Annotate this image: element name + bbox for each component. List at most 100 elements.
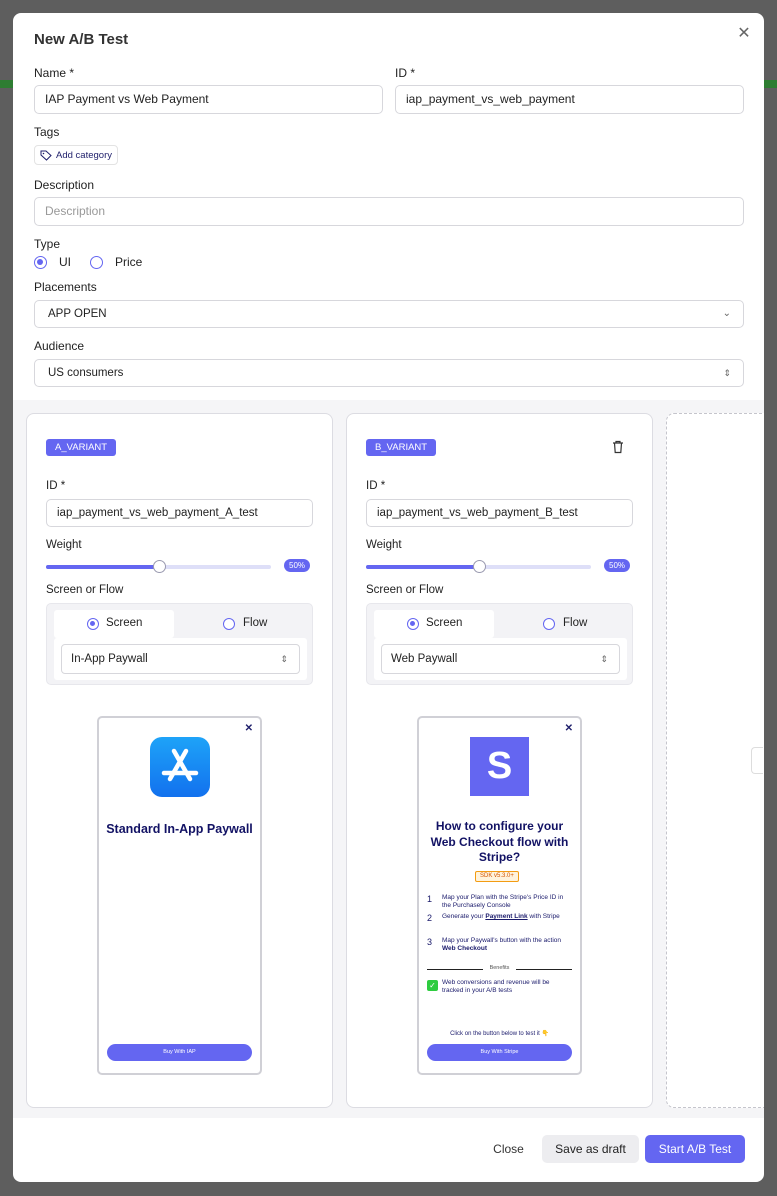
- weight-slider-thumb[interactable]: [472, 560, 486, 573]
- benefit-text: Web conversions and revenue will be trac…: [442, 979, 550, 994]
- scroll-handle[interactable]: [751, 747, 763, 774]
- variant-card-b: B_VARIANT ID * iap_payment_vs_web_paymen…: [346, 413, 653, 1108]
- add-category-button[interactable]: Add category: [34, 145, 118, 165]
- placements-label: Placements: [34, 280, 97, 294]
- weight-slider[interactable]: [46, 560, 271, 573]
- add-category-label: Add category: [56, 149, 112, 161]
- description-input[interactable]: Description: [34, 197, 744, 226]
- audience-label: Audience: [34, 339, 85, 353]
- variant-id-label: ID *: [46, 480, 66, 492]
- buy-with-iap-button: Buy With IAP: [107, 1044, 252, 1061]
- placements-value: APP OPEN: [48, 308, 107, 320]
- tag-icon: [40, 150, 52, 161]
- buy-with-stripe-button: Buy With Stripe: [427, 1044, 572, 1061]
- screen-radio[interactable]: [87, 618, 99, 630]
- close-icon[interactable]: ✕: [737, 26, 751, 42]
- benefits-divider: Benefits: [427, 965, 572, 973]
- screen-or-flow-box: Screen Flow Web Paywall ⇕: [366, 603, 633, 685]
- ab-test-modal: New A/B Test ✕ Name * IAP Payment vs Web…: [13, 13, 764, 1182]
- preview-close-icon: ✕: [244, 723, 253, 734]
- id-input[interactable]: iap_payment_vs_web_payment: [395, 85, 744, 114]
- name-input[interactable]: IAP Payment vs Web Payment: [34, 85, 383, 114]
- sort-arrows-icon: ⇕: [600, 654, 608, 664]
- step-text-pre: Map your Paywall's button with the actio…: [442, 937, 562, 944]
- screen-radio[interactable]: [407, 618, 419, 630]
- tab-flow[interactable]: Flow: [187, 610, 307, 638]
- tab-screen-label: Screen: [426, 617, 463, 629]
- check-icon: ✓: [427, 980, 438, 991]
- paywall-preview: ✕ Standard In-App Paywall Buy With IAP: [97, 716, 262, 1075]
- add-variant-card[interactable]: [666, 413, 764, 1108]
- paywall-preview: ✕ S How to configure your Web Checkout f…: [417, 716, 582, 1075]
- screen-select-value: In-App Paywall: [71, 653, 148, 665]
- step-text: Map your Plan with the Stripe's Price ID…: [442, 894, 564, 909]
- sort-arrows-icon: ⇕: [723, 368, 731, 378]
- weight-slider[interactable]: [366, 560, 591, 573]
- preview-title: How to configure your Web Checkout flow …: [430, 819, 569, 864]
- weight-slider-fill: [46, 565, 159, 569]
- weight-slider-fill: [366, 565, 479, 569]
- type-ui-label: UI: [59, 255, 71, 269]
- type-price-radio[interactable]: [90, 256, 103, 269]
- screen-or-flow-label: Screen or Flow: [366, 584, 444, 596]
- variants-area: A_VARIANT ID * iap_payment_vs_web_paymen…: [13, 400, 764, 1118]
- step-text-post: with Stripe: [527, 913, 560, 920]
- step-number: 1: [427, 894, 433, 904]
- step-text-pre: Generate your: [442, 913, 486, 920]
- variant-id-input[interactable]: iap_payment_vs_web_payment_B_test: [366, 499, 633, 527]
- id-label: ID *: [395, 66, 416, 80]
- app-store-icon: [150, 737, 210, 797]
- weight-label: Weight: [366, 539, 402, 551]
- start-ab-test-button[interactable]: Start A/B Test: [645, 1135, 745, 1163]
- step-text-bold: Payment Link: [485, 913, 528, 920]
- screen-select[interactable]: Web Paywall ⇕: [381, 644, 620, 674]
- description-label: Description: [34, 178, 95, 192]
- weight-percent-badge: 50%: [284, 559, 311, 572]
- screen-select[interactable]: In-App Paywall ⇕: [61, 644, 300, 674]
- stripe-logo: S: [470, 737, 529, 796]
- sort-arrows-icon: ⇕: [280, 654, 288, 664]
- screen-select-area: Web Paywall ⇕: [374, 638, 627, 680]
- screen-select-value: Web Paywall: [391, 653, 458, 665]
- save-draft-button[interactable]: Save as draft: [542, 1135, 639, 1163]
- step-number: 2: [427, 913, 433, 923]
- variant-id-input[interactable]: iap_payment_vs_web_payment_A_test: [46, 499, 313, 527]
- flow-radio[interactable]: [543, 618, 555, 630]
- variant-card-a: A_VARIANT ID * iap_payment_vs_web_paymen…: [26, 413, 333, 1108]
- audience-select[interactable]: US consumers ⇕: [34, 359, 744, 387]
- tab-screen[interactable]: Screen: [54, 610, 174, 638]
- weight-label: Weight: [46, 539, 82, 551]
- tab-screen[interactable]: Screen: [374, 610, 494, 638]
- weight-slider-thumb[interactable]: [152, 560, 166, 573]
- step-number: 3: [427, 937, 433, 947]
- preview-close-icon: ✕: [564, 723, 573, 734]
- tab-screen-label: Screen: [106, 617, 143, 629]
- close-button[interactable]: Close: [482, 1135, 535, 1163]
- audience-value: US consumers: [48, 367, 124, 379]
- tab-flow-label: Flow: [243, 617, 268, 629]
- preview-title: Standard In-App Paywall: [106, 822, 253, 836]
- tab-flow[interactable]: Flow: [507, 610, 627, 638]
- flow-radio[interactable]: [223, 618, 235, 630]
- variant-badge: B_VARIANT: [366, 439, 437, 456]
- chevron-down-icon: ⌄: [722, 308, 731, 319]
- screen-select-area: In-App Paywall ⇕: [54, 638, 307, 680]
- type-label: Type: [34, 237, 61, 251]
- placements-select[interactable]: APP OPEN ⌄: [34, 300, 744, 328]
- variant-badge: A_VARIANT: [46, 439, 117, 456]
- tab-flow-label: Flow: [563, 617, 588, 629]
- weight-percent-badge: 50%: [604, 559, 631, 572]
- screen-or-flow-label: Screen or Flow: [46, 584, 124, 596]
- type-ui-radio[interactable]: [34, 256, 47, 269]
- sdk-version-badge: SDK v5.3.0+: [475, 871, 519, 882]
- background-accent: [0, 80, 14, 88]
- variant-id-label: ID *: [366, 480, 386, 492]
- type-price-label: Price: [115, 255, 143, 269]
- screen-or-flow-box: Screen Flow In-App Paywall ⇕: [46, 603, 313, 685]
- trash-icon[interactable]: [612, 440, 624, 454]
- modal-title: New A/B Test: [34, 31, 129, 48]
- step-text: Generate your Payment Link with Stripe: [442, 913, 572, 921]
- name-label: Name *: [34, 66, 75, 80]
- background-accent: [763, 80, 777, 88]
- click-hint: Click on the button below to test it 👇: [450, 1031, 549, 1037]
